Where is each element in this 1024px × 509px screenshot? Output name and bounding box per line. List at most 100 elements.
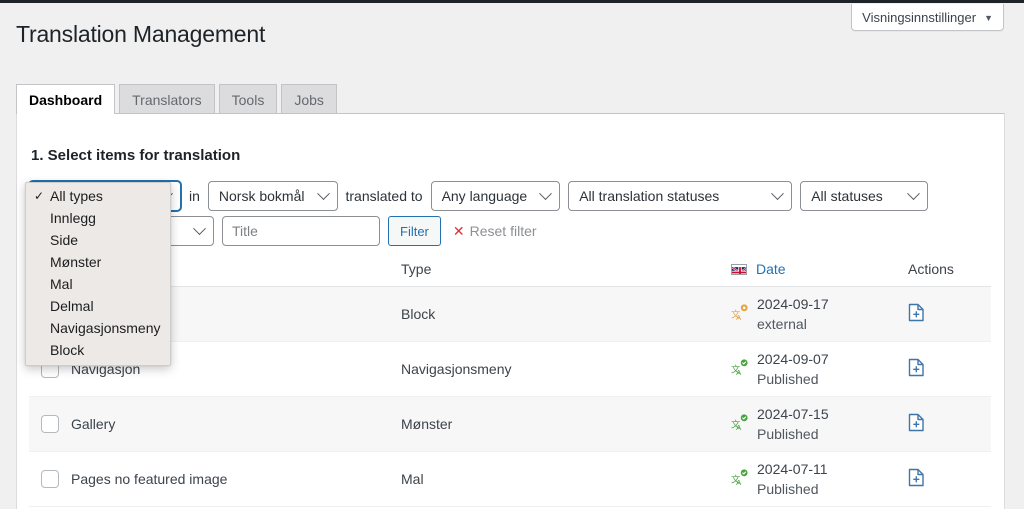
dropdown-option-label: Navigasjonsmeny xyxy=(50,320,161,336)
dropdown-option-label: Side xyxy=(50,232,79,248)
add-translation-icon[interactable] xyxy=(908,358,925,380)
dropdown-option-monster[interactable]: Mønster xyxy=(26,251,170,273)
dropdown-option-label: All types xyxy=(50,188,103,204)
filter-button[interactable]: Filter xyxy=(388,216,441,246)
source-language-select[interactable]: Norsk bokmål xyxy=(207,181,338,211)
reset-filter-label: Reset filter xyxy=(469,223,537,239)
column-date[interactable]: Date xyxy=(731,261,896,277)
target-language-select[interactable]: Any language xyxy=(430,181,561,211)
dropdown-option-delmal[interactable]: Delmal xyxy=(26,295,170,317)
table-row: Navigasjon Navigasjonsmeny 文 A 2024-09-0… xyxy=(29,342,991,397)
dropdown-option-label: Mønster xyxy=(50,254,102,270)
tab-bar: Dashboard Translators Tools Jobs xyxy=(16,84,341,114)
translation-complete-icon: 文 A xyxy=(731,469,748,489)
table-row: Pages no featured image Mal 文 A 2024-07-… xyxy=(29,452,991,507)
row-date-cell: 文 A 2024-09-07 Published xyxy=(731,349,896,390)
row-date-cell: 文 A 2024-09-17 external xyxy=(731,294,896,335)
chevron-down-icon xyxy=(316,186,330,200)
translation-status-select[interactable]: All translation statuses xyxy=(568,181,793,211)
chevron-down-icon xyxy=(193,221,206,235)
title-search-input[interactable] xyxy=(222,216,380,246)
chevron-down-icon xyxy=(539,186,553,200)
app-root: Visningsinnstillinger ▼ Translation Mana… xyxy=(0,0,1024,509)
dropdown-option-label: Delmal xyxy=(50,298,94,314)
dropdown-option-innlegg[interactable]: Innlegg xyxy=(26,207,170,229)
row-status: external xyxy=(757,316,807,332)
reset-filter-link[interactable]: ✕ Reset filter xyxy=(453,223,537,239)
row-date: 2024-09-07 xyxy=(757,350,829,367)
dropdown-option-side[interactable]: Side xyxy=(26,229,170,251)
tab-dashboard-label: Dashboard xyxy=(29,91,103,108)
row-title: Gallery xyxy=(71,416,116,432)
row-actions-cell xyxy=(896,468,991,490)
row-status: Published xyxy=(757,426,819,442)
tab-translators-label: Translators xyxy=(132,91,202,108)
check-icon: ✓ xyxy=(34,189,45,203)
add-translation-icon[interactable] xyxy=(908,413,925,435)
type-select-dropdown[interactable]: ✓ All types Innlegg Side Mønster Mal Del… xyxy=(25,182,171,366)
dropdown-option-label: Block xyxy=(50,342,85,358)
row-select-cell xyxy=(29,470,71,488)
row-date-cell: 文 A 2024-07-15 Published xyxy=(731,404,896,445)
chevron-down-icon xyxy=(771,186,785,200)
row-status: Published xyxy=(757,481,819,497)
tab-tools-label: Tools xyxy=(231,91,265,108)
section-title: 1. Select items for translation xyxy=(31,147,241,164)
tab-translators[interactable]: Translators xyxy=(119,84,215,114)
row-type: Navigasjonsmeny xyxy=(401,361,512,377)
screen-options-button[interactable]: Visningsinnstillinger ▼ xyxy=(851,4,1004,31)
row-actions-cell xyxy=(896,303,991,325)
row-type: Mal xyxy=(401,471,424,487)
dropdown-option-label: Innlegg xyxy=(50,210,96,226)
dropdown-option-block[interactable]: Block xyxy=(26,339,170,361)
translation-status-value: All translation statuses xyxy=(579,188,720,204)
admin-bar xyxy=(0,0,1024,3)
svg-text:A: A xyxy=(736,313,742,321)
dropdown-option-label: Mal xyxy=(50,276,73,292)
target-language-value: Any language xyxy=(441,188,528,204)
row-checkbox[interactable] xyxy=(41,470,59,488)
row-date-text: 2024-09-17 external xyxy=(757,294,829,335)
row-date-text: 2024-07-11 Published xyxy=(757,459,828,500)
svg-text:A: A xyxy=(736,423,742,431)
tab-dashboard[interactable]: Dashboard xyxy=(16,84,116,114)
status-select[interactable]: All statuses xyxy=(800,181,929,211)
table-row: Gallery Mønster 文 A 2024-07-15 Published xyxy=(29,397,991,452)
add-translation-icon[interactable] xyxy=(908,468,925,490)
row-actions-cell xyxy=(896,358,991,380)
items-table: Type Date Actions Block 文 A 2024-09-17 e… xyxy=(29,252,991,507)
translated-to-label: translated to xyxy=(345,188,423,204)
row-checkbox[interactable] xyxy=(41,415,59,433)
table-row: Block 文 A 2024-09-17 external xyxy=(29,287,991,342)
chevron-down-icon: ▼ xyxy=(984,12,993,23)
row-date-cell: 文 A 2024-07-11 Published xyxy=(731,459,896,500)
translation-pending-icon: 文 A xyxy=(731,304,748,324)
tab-jobs[interactable]: Jobs xyxy=(281,84,337,114)
row-actions-cell xyxy=(896,413,991,435)
row-date: 2024-07-11 xyxy=(757,460,828,477)
add-translation-icon[interactable] xyxy=(908,303,925,325)
row-date: 2024-07-15 xyxy=(757,405,829,422)
page-title: Translation Management xyxy=(16,21,266,47)
tab-jobs-label: Jobs xyxy=(294,91,324,108)
chevron-down-icon xyxy=(907,186,921,200)
column-date-label: Date xyxy=(756,261,786,277)
row-date-text: 2024-07-15 Published xyxy=(757,404,829,445)
column-type: Type xyxy=(401,261,432,277)
tab-tools[interactable]: Tools xyxy=(218,84,278,114)
dropdown-option-all-types[interactable]: ✓ All types xyxy=(26,185,170,207)
row-title: Pages no featured image xyxy=(71,471,228,487)
column-actions: Actions xyxy=(908,261,954,277)
status-value: All statuses xyxy=(811,188,883,204)
uk-flag-icon xyxy=(731,263,747,275)
row-date-text: 2024-09-07 Published xyxy=(757,349,829,390)
row-type: Mønster xyxy=(401,416,453,432)
row-type: Block xyxy=(401,306,436,322)
in-label: in xyxy=(189,188,200,204)
svg-text:A: A xyxy=(736,368,742,376)
dropdown-option-navigasjonsmeny[interactable]: Navigasjonsmeny xyxy=(26,317,170,339)
dropdown-option-mal[interactable]: Mal xyxy=(26,273,170,295)
translation-complete-icon: 文 A xyxy=(731,414,748,434)
row-select-cell xyxy=(29,415,71,433)
row-status: Published xyxy=(757,371,819,387)
